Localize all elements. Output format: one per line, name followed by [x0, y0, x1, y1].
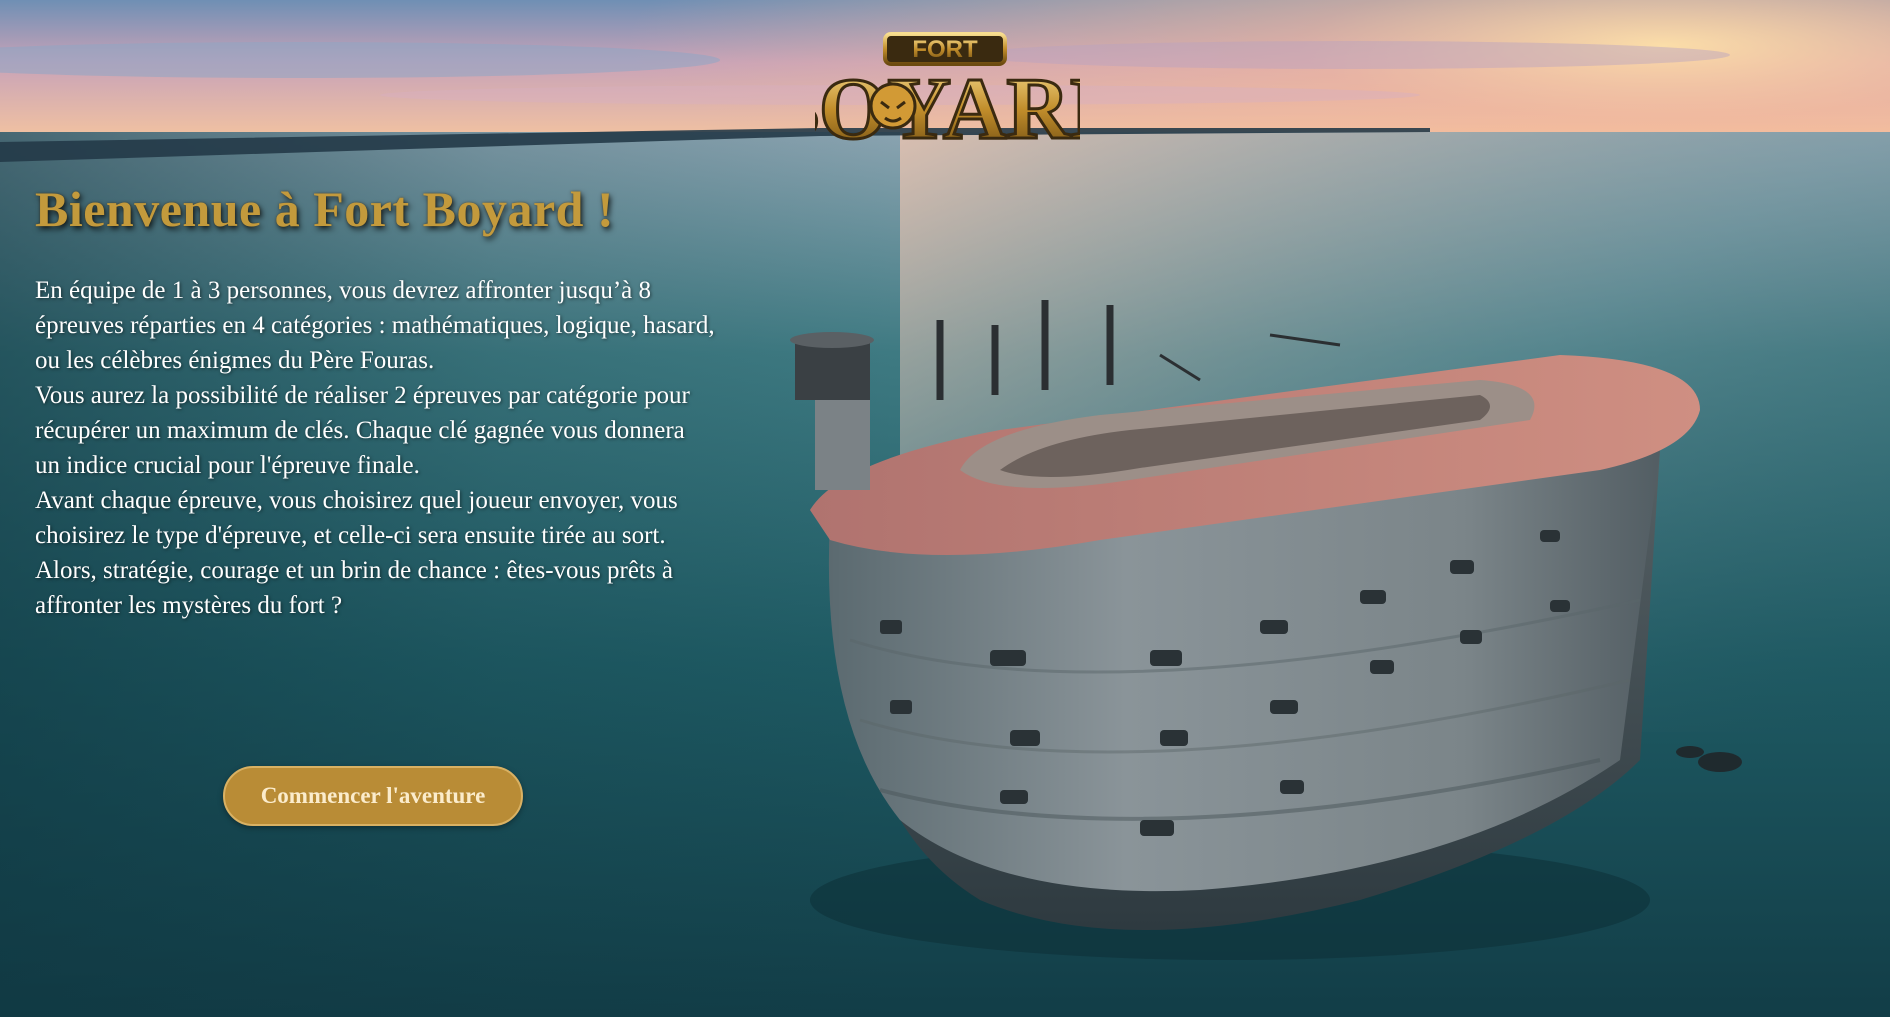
cta-container: Commencer l'aventure: [223, 766, 523, 826]
intro-paragraph: Vous aurez la possibilité de réaliser 2 …: [35, 382, 690, 479]
intro-paragraph: Avant chaque épreuve, vous choisirez que…: [35, 487, 678, 549]
start-adventure-button[interactable]: Commencer l'aventure: [223, 766, 523, 826]
svg-text:FORT: FORT: [912, 36, 978, 63]
intro-text: En équipe de 1 à 3 personnes, vous devre…: [35, 273, 715, 623]
fort-boyard-logo-icon: FORT BOYARD: [759, 26, 1135, 160]
svg-text:BOYARD: BOYARD: [815, 61, 1080, 154]
page-title: Bienvenue à Fort Boyard !: [35, 181, 615, 237]
intro-paragraph: En équipe de 1 à 3 personnes, vous devre…: [35, 277, 715, 374]
intro-paragraph: Alors, stratégie, courage et un brin de …: [35, 557, 673, 619]
welcome-section: Bienvenue à Fort Boyard ! En équipe de 1…: [35, 180, 715, 623]
